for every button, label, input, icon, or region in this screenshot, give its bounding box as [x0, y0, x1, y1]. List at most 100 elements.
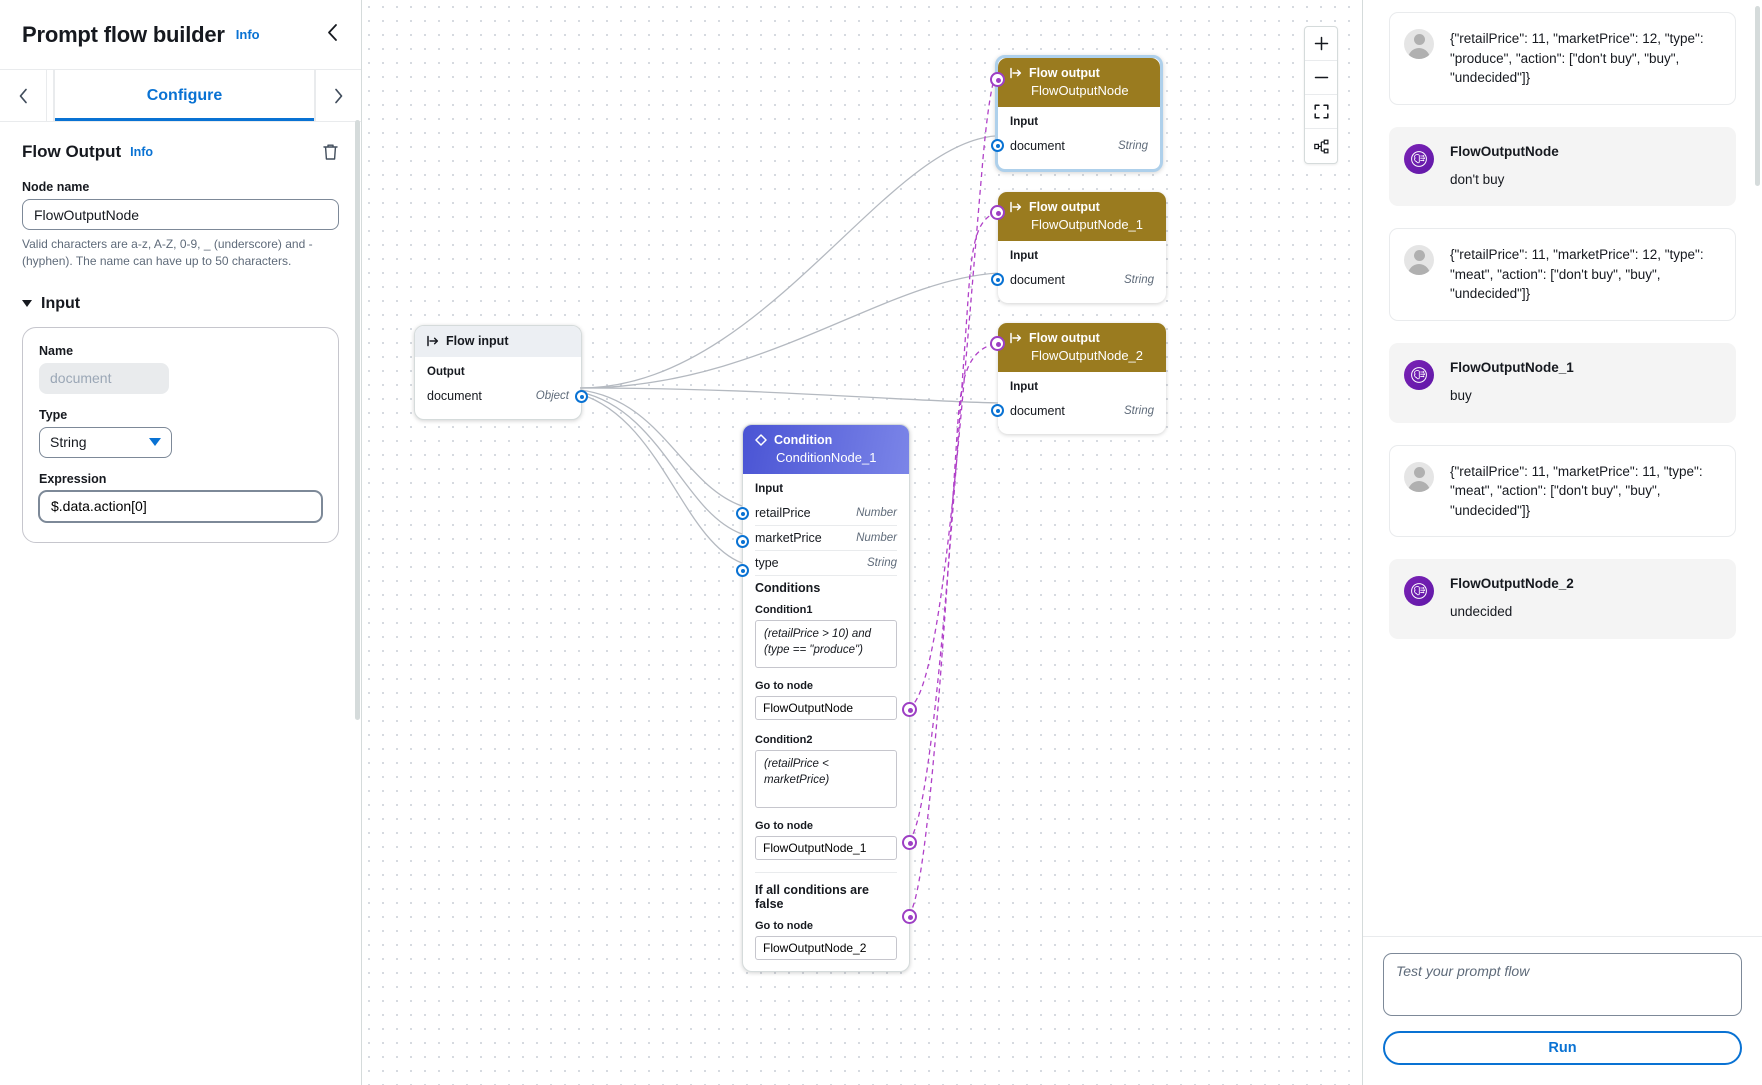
flow-output-node-2-port-type: String [1123, 405, 1154, 417]
condition2-textarea[interactable] [755, 750, 897, 808]
flow-input-port-name: document [427, 389, 482, 403]
tabs-scroll-left-button[interactable] [0, 70, 46, 121]
expression-input[interactable] [39, 490, 322, 522]
flow-output-node-1-input-port[interactable] [991, 273, 1004, 286]
run-button[interactable]: Run [1383, 1031, 1742, 1065]
condition-input-row-0: retailPrice Number [755, 501, 897, 525]
chat-message-text: don't buy [1450, 171, 1505, 187]
flow-bot-icon [1404, 359, 1434, 390]
flow-output-node-2-condition-port[interactable] [990, 336, 1005, 351]
chat-message-text: {"retailPrice": 11, "marketPrice": 11, "… [1450, 463, 1703, 518]
flow-bot-icon [1404, 143, 1434, 174]
condition-input-type-1: Number [856, 532, 897, 544]
user-avatar-icon [1404, 461, 1434, 492]
chevron-down-icon [149, 438, 161, 447]
chat-message-text: {"retailPrice": 11, "marketPrice": 12, "… [1450, 247, 1704, 302]
chat-message-text: buy [1450, 387, 1472, 403]
flow-bot-icon [1404, 576, 1434, 607]
flow-output-node-0-port-name: document [1010, 139, 1065, 153]
input-section-toggle[interactable]: Input [22, 295, 339, 313]
chevron-right-icon [335, 88, 343, 103]
input-type-value: String [50, 434, 87, 451]
goto3-label: Go to node [755, 920, 814, 932]
chevron-left-icon [328, 24, 337, 41]
condition-input-name-2: type [755, 556, 779, 570]
test-panel-scrollbar[interactable] [1755, 6, 1760, 186]
condition-output-port-2[interactable] [902, 835, 917, 850]
tab-configure[interactable]: Configure [54, 70, 315, 121]
flow-output-node-1-name: FlowOutputNode_1 [1031, 217, 1144, 232]
chevron-left-icon [19, 88, 27, 103]
flow-output-node-0[interactable]: Flow output FlowOutputNode Input documen… [990, 55, 1163, 172]
flow-output-node-2-input-port[interactable] [991, 404, 1004, 417]
condition-node[interactable]: Condition ConditionNode_1 Input retailPr… [736, 424, 917, 972]
panel-scrollbar[interactable] [355, 120, 360, 720]
chat-message-bot: FlowOutputNode_1 buy [1389, 342, 1736, 423]
section-info-link[interactable]: Info [130, 145, 153, 159]
flow-output-node-2[interactable]: Flow output FlowOutputNode_2 Input docum… [990, 323, 1166, 434]
flow-output-node-2-port-row: document String [1010, 399, 1154, 423]
input-section-title: Input [41, 294, 81, 312]
flow-output-icon [1010, 201, 1022, 213]
flow-input-node-body: Output document Object [415, 357, 581, 419]
flow-input-icon [427, 335, 439, 347]
delete-node-button[interactable] [322, 143, 339, 161]
condition-input-port-retailprice[interactable] [736, 507, 749, 520]
flow-output-node-0-port-type: String [1117, 140, 1148, 152]
goto2-label: Go to node [755, 820, 814, 832]
condition2-label: Condition2 [755, 734, 813, 746]
zoom-in-button[interactable] [1305, 27, 1337, 61]
fit-to-screen-button[interactable] [1305, 95, 1337, 129]
input-config-card: Name document Type String Expression [22, 326, 339, 543]
flow-canvas[interactable]: Flow input Output document Object Flow o… [362, 0, 1362, 1085]
layout-tree-icon [1313, 139, 1329, 153]
collapse-panel-button[interactable] [326, 23, 339, 46]
flow-output-node-0-name: FlowOutputNode [1031, 83, 1129, 98]
condition1-textarea[interactable] [755, 620, 897, 668]
goto2-input[interactable] [755, 836, 897, 860]
flow-input-output-port[interactable] [575, 390, 588, 403]
node-name-help-text: Valid characters are a-z, A-Z, 0-9, _ (u… [22, 237, 313, 269]
node-name-input[interactable] [22, 199, 339, 230]
condition-output-port-1[interactable] [902, 702, 917, 717]
flow-output-node-0-condition-port[interactable] [990, 72, 1005, 87]
flow-output-node-0-input-port[interactable] [991, 139, 1004, 152]
flow-output-node-0-port-row: document String [1010, 134, 1148, 158]
page-title: Prompt flow builder [22, 21, 225, 47]
plus-icon [1314, 36, 1328, 51]
goto3-input[interactable] [755, 936, 897, 960]
flow-input-node[interactable]: Flow input Output document Object [414, 325, 588, 420]
condition-input-label: Input [755, 483, 784, 495]
chat-message-bot: FlowOutputNode_2 undecided [1389, 559, 1736, 639]
zoom-out-button[interactable] [1305, 61, 1337, 95]
tab-partial-hidden[interactable] [46, 70, 54, 121]
flow-output-node-1-input-label: Input [1010, 250, 1039, 262]
input-type-label: Type [39, 407, 68, 422]
chat-message-node-name: FlowOutputNode [1450, 143, 1559, 159]
condition-output-port-else[interactable] [902, 909, 917, 924]
flow-output-icon [1010, 332, 1022, 344]
input-type-select[interactable]: String [39, 426, 172, 458]
flow-output-node-1[interactable]: Flow output FlowOutputNode_1 Input docum… [990, 192, 1166, 303]
flow-output-node-1-condition-port[interactable] [990, 205, 1005, 220]
condition-input-name-0: retailPrice [755, 506, 811, 520]
user-avatar-icon [1404, 245, 1434, 276]
auto-layout-button[interactable] [1305, 129, 1337, 163]
condition-node-name: ConditionNode_1 [776, 450, 877, 465]
tabs-scroll-right-button[interactable] [315, 70, 361, 121]
condition-input-port-marketprice[interactable] [736, 535, 749, 548]
condition-node-body: Input retailPrice Number marketPrice Num… [743, 474, 909, 971]
tabs-strip: Configure [46, 70, 315, 121]
flow-output-node-2-name: FlowOutputNode_2 [1031, 348, 1144, 363]
fit-screen-icon [1313, 104, 1329, 119]
goto1-input[interactable] [755, 696, 897, 720]
condition-input-port-type[interactable] [736, 564, 749, 577]
title-info-link[interactable]: Info [236, 27, 260, 42]
flow-output-icon [1010, 67, 1022, 79]
flow-input-output-label: Output [427, 366, 465, 378]
flow-input-node-header: Flow input [415, 326, 581, 357]
condition-input-type-0: Number [856, 507, 897, 519]
test-prompt-input[interactable] [1383, 953, 1742, 1016]
canvas-controls [1304, 26, 1338, 164]
conditions-label: Conditions [755, 581, 821, 595]
